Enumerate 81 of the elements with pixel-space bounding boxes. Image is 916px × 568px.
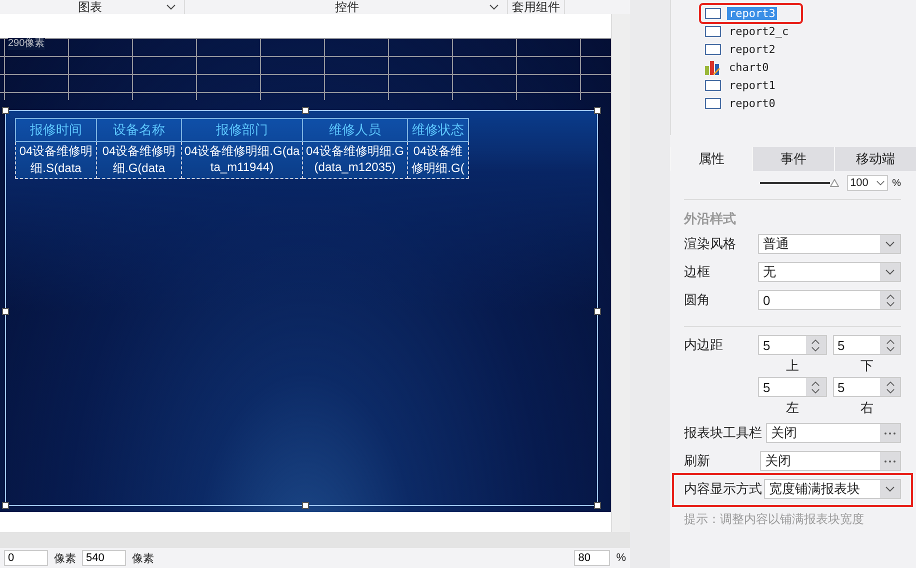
column-header: 设备名称 xyxy=(96,118,182,142)
percent-label: % xyxy=(892,178,901,188)
number-field[interactable]: 5 xyxy=(832,335,901,355)
more-icon xyxy=(884,432,896,434)
hint-text: 提示：调整内容以铺满报表块宽度 xyxy=(684,511,865,528)
tree-item[interactable]: report0 xyxy=(727,97,778,110)
resize-handle[interactable] xyxy=(594,107,601,114)
number-field[interactable]: 5 xyxy=(758,377,826,397)
size-field[interactable]: 0 xyxy=(4,550,48,566)
chevron-down-icon xyxy=(885,241,895,247)
chevron-down-icon xyxy=(885,486,895,492)
panel-tab[interactable]: 移动端 xyxy=(834,147,916,171)
field-caption: 左 xyxy=(786,399,799,417)
chevron-down-icon xyxy=(885,269,895,275)
number-field[interactable]: 5 xyxy=(832,377,901,397)
resize-handle[interactable] xyxy=(594,308,601,315)
chevron-down-icon xyxy=(876,180,886,186)
opacity-field[interactable]: 100 xyxy=(847,175,888,191)
chevron-down-icon xyxy=(166,4,176,10)
opacity-slider[interactable] xyxy=(760,179,830,187)
unit-label: 像素 xyxy=(54,552,76,566)
spinner-arrows-icon xyxy=(886,338,894,352)
spinner-arrows-icon xyxy=(811,338,820,352)
property-label: 内容显示方式 xyxy=(684,480,762,498)
property-label: 渲染风格 xyxy=(684,235,737,253)
tree-item[interactable]: chart0 xyxy=(727,61,771,74)
spinner-arrows-icon xyxy=(886,380,894,394)
column-header: 报修时间 xyxy=(16,118,96,142)
section-title: 外沿样式 xyxy=(684,210,737,228)
tree-item[interactable]: report2 xyxy=(727,43,778,56)
table-cell: 04设备维修明细.G(data_m12035) xyxy=(302,142,408,178)
table-cell: 04设备维修明细.G( xyxy=(408,142,468,178)
dropdown[interactable]: 普通 xyxy=(758,234,901,254)
dropdown[interactable]: 无 xyxy=(758,262,901,282)
spinner-arrows-icon xyxy=(886,292,894,308)
column-header: 维修人员 xyxy=(302,118,408,142)
more-icon xyxy=(884,460,896,462)
size-field[interactable]: 540 xyxy=(82,550,126,566)
table-cell: 04设备维修明细.S(data xyxy=(16,142,96,178)
column-header: 维修状态 xyxy=(408,118,468,142)
report-icon xyxy=(705,80,721,91)
zoom-field[interactable]: 80 xyxy=(574,550,610,566)
resize-handle[interactable] xyxy=(302,502,308,509)
panel-tab[interactable]: 事件 xyxy=(752,147,834,171)
report-icon xyxy=(705,8,721,19)
property-label: 刷新 xyxy=(684,452,711,470)
resize-handle[interactable] xyxy=(594,502,601,509)
tree-item[interactable]: report1 xyxy=(727,79,778,92)
height-label: 290像素 xyxy=(8,38,45,50)
slider-thumb[interactable] xyxy=(830,179,840,187)
table-cell: 04设备维修明细.G(data_m11944) xyxy=(182,142,302,178)
number-field[interactable]: 5 xyxy=(758,335,826,355)
field-caption: 下 xyxy=(860,357,874,375)
number-field[interactable]: 0 xyxy=(758,290,901,310)
horizontal-scrollbar[interactable] xyxy=(0,532,630,548)
property-label: 内边距 xyxy=(684,336,724,354)
report-icon xyxy=(705,98,721,109)
property-label: 圆角 xyxy=(684,291,711,309)
property-label: 边框 xyxy=(684,263,711,281)
unit-label: 像素 xyxy=(132,552,154,566)
field-caption: 右 xyxy=(860,399,874,417)
resize-handle[interactable] xyxy=(2,107,9,114)
report-icon xyxy=(705,26,721,37)
resize-handle[interactable] xyxy=(2,308,9,315)
property-label: 报表块工具栏 xyxy=(684,424,762,442)
resize-handle[interactable] xyxy=(2,502,9,509)
table-cell: 04设备维修明细.G(data xyxy=(96,142,182,178)
chevron-down-icon xyxy=(489,4,499,10)
column-header: 报修部门 xyxy=(182,118,302,142)
report-icon xyxy=(705,44,721,55)
text-field[interactable]: 关闭 xyxy=(760,451,901,471)
percent-label: % xyxy=(616,552,626,564)
resize-handle[interactable] xyxy=(302,107,308,114)
vertical-scrollbar[interactable] xyxy=(611,14,630,532)
chart-icon xyxy=(705,60,721,74)
report-block[interactable]: 报修时间 设备名称 报修部门 维修人员 维修状态 04设备维修明细.S(data 04设备维修明细.G(data 04设备维修明细.G(data_m11944) 04设备维修明细.G(data_m12035) 04设备维修明细.G( xyxy=(5,110,598,506)
dropdown[interactable]: 宽度铺满报表块 xyxy=(764,479,901,499)
text-field[interactable]: 关闭 xyxy=(766,423,901,443)
tree-item[interactable]: report2_c xyxy=(727,25,791,38)
spinner-arrows-icon xyxy=(811,380,820,394)
field-caption: 上 xyxy=(786,357,799,375)
